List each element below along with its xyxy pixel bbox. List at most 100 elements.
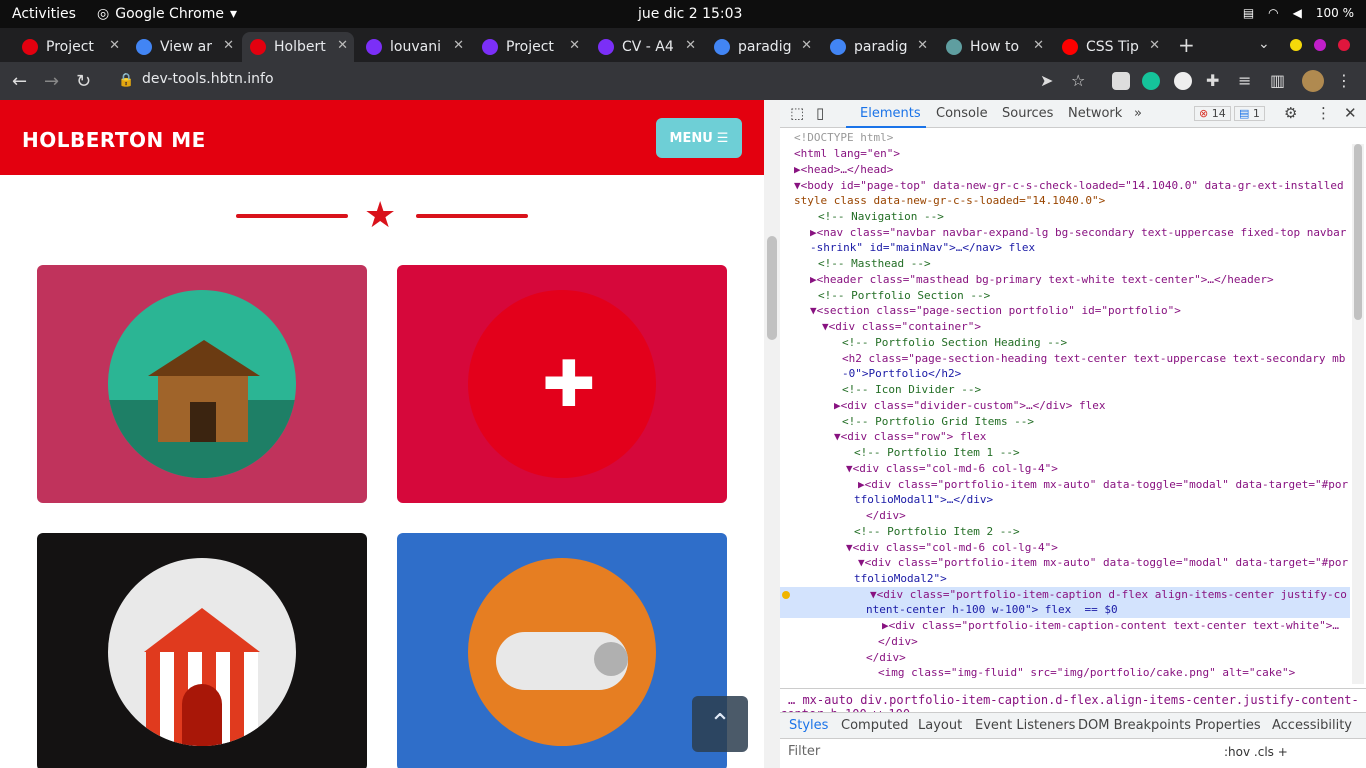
dom-line[interactable]: <h2 class="page-section-heading text-cen…	[780, 351, 1350, 367]
dom-line[interactable]: tfolioModal1">…</div>	[780, 492, 1350, 508]
close-icon[interactable]: ✕	[1149, 38, 1160, 53]
dom-comment[interactable]: <!-- Navigation -->	[780, 209, 1350, 225]
browser-tab[interactable]: View ar ✕	[128, 32, 240, 62]
dom-line[interactable]: -shrink" id="mainNav">…</nav> flex	[780, 240, 1350, 256]
dom-line[interactable]: ▶<header class="masthead bg-primary text…	[780, 272, 1350, 288]
browser-tab[interactable]: CSS Tip ✕	[1054, 32, 1166, 62]
dom-comment[interactable]: <!-- Portfolio Section -->	[780, 288, 1350, 304]
tab-accessibility[interactable]: Accessibility	[1272, 718, 1352, 733]
grammarly-extension-icon[interactable]	[1142, 72, 1160, 90]
back-icon[interactable]: ←	[12, 71, 27, 92]
close-icon[interactable]: ✕	[917, 38, 928, 53]
browser-tab[interactable]: Project ✕	[474, 32, 586, 62]
dom-line[interactable]: </div>	[780, 650, 1350, 666]
tab-console[interactable]: Console	[936, 106, 988, 121]
notion-extension-icon[interactable]	[1112, 72, 1130, 90]
message-count-badge[interactable]: ▤ 1	[1234, 106, 1265, 121]
dom-line-selected[interactable]: ntent-center h-100 w-100"> flex == $0	[780, 602, 1350, 618]
inspect-icon[interactable]: ⬚	[790, 104, 804, 122]
close-icon[interactable]: ✕	[453, 38, 464, 53]
dom-line[interactable]: ▼<div class="col-md-6 col-lg-4">	[780, 540, 1350, 556]
dom-line[interactable]: </div>	[780, 508, 1350, 524]
dom-line[interactable]: ▼<div class="container">	[780, 319, 1350, 335]
maximize-button[interactable]	[1314, 39, 1326, 51]
dom-line-selected[interactable]: ▼<div class="portfolio-item-caption d-fl…	[780, 587, 1350, 603]
tab-sources[interactable]: Sources	[1002, 106, 1053, 121]
dom-tree[interactable]: <!DOCTYPE html> <html lang="en"> ▶<head>…	[780, 130, 1350, 690]
portfolio-item-cake[interactable]: ✚	[397, 265, 727, 503]
portfolio-item-game[interactable]	[397, 533, 727, 768]
tab-layout[interactable]: Layout	[918, 718, 962, 733]
kebab-menu-icon[interactable]: ⋮	[1336, 71, 1352, 90]
clock[interactable]: jue dic 2 15:03	[638, 6, 742, 22]
back-to-top-button[interactable]: ⌃	[692, 696, 748, 752]
dom-comment[interactable]: <!-- Masthead -->	[780, 256, 1350, 272]
dom-line[interactable]: ▼<div class="col-md-6 col-lg-4">	[780, 461, 1350, 477]
reload-icon[interactable]: ↻	[76, 71, 91, 92]
dom-line[interactable]: ▶<head>…</head>	[780, 162, 1350, 178]
dom-comment[interactable]: <!-- Portfolio Grid Items -->	[780, 414, 1350, 430]
hov-cls-controls[interactable]: :hov .cls +	[1224, 745, 1288, 759]
activities-button[interactable]: Activities	[12, 6, 76, 22]
forward-icon[interactable]: →	[44, 71, 59, 92]
browser-tab[interactable]: How to ✕	[938, 32, 1050, 62]
portfolio-item-circus[interactable]	[37, 533, 367, 768]
site-brand[interactable]: HOLBERTON ME	[22, 128, 206, 152]
dom-line[interactable]: ▶<div class="portfolio-item mx-auto" dat…	[780, 477, 1350, 493]
more-tabs-button[interactable]: »	[1134, 106, 1142, 121]
kebab-menu-icon[interactable]: ⋮	[1316, 104, 1331, 122]
browser-tab[interactable]: paradig ✕	[822, 32, 934, 62]
dom-scrollbar-thumb[interactable]	[1354, 144, 1362, 320]
close-icon[interactable]: ✕	[337, 38, 348, 53]
tab-elements[interactable]: Elements	[860, 106, 921, 121]
tab-properties[interactable]: Properties	[1195, 718, 1261, 733]
clipboard-icon[interactable]: ▤	[1243, 6, 1254, 20]
dom-line[interactable]: ▼<div class="portfolio-item mx-auto" dat…	[780, 555, 1350, 571]
tab-network[interactable]: Network	[1068, 106, 1122, 121]
close-icon[interactable]: ✕	[1344, 104, 1357, 122]
dom-line[interactable]: -0">Portfolio</h2>	[780, 366, 1350, 382]
close-icon[interactable]: ✕	[223, 38, 234, 53]
error-count-badge[interactable]: ⊗ 14	[1194, 106, 1231, 121]
tab-styles[interactable]: Styles	[789, 718, 828, 733]
media-icon[interactable]: ≡	[1238, 71, 1251, 90]
new-tab-button[interactable]: +	[1178, 33, 1195, 57]
browser-tab[interactable]: paradig ✕	[706, 32, 818, 62]
scrollbar-thumb[interactable]	[767, 236, 777, 340]
browser-tab-active[interactable]: Holbert ✕	[242, 32, 354, 62]
close-icon[interactable]: ✕	[109, 38, 120, 53]
minimize-button[interactable]	[1290, 39, 1302, 51]
tab-computed[interactable]: Computed	[841, 718, 909, 733]
close-icon[interactable]: ✕	[801, 38, 812, 53]
tab-event-listeners[interactable]: Event Listeners	[975, 718, 1075, 733]
dom-scrollbar[interactable]	[1352, 144, 1364, 684]
close-icon[interactable]: ✕	[685, 38, 696, 53]
filter-input[interactable]: Filter	[788, 744, 820, 759]
breadcrumb[interactable]: … mx-auto div.portfolio-item-caption.d-f…	[780, 688, 1366, 721]
dom-line[interactable]: ▶<div class="portfolio-item-caption-cont…	[780, 618, 1350, 634]
portfolio-item-cabin[interactable]	[37, 265, 367, 503]
dom-line[interactable]: ▼<body id="page-top" data-new-gr-c-s-che…	[780, 178, 1350, 194]
dom-line[interactable]: <!DOCTYPE html>	[780, 130, 1350, 146]
dom-comment[interactable]: <!-- Portfolio Item 2 -->	[780, 524, 1350, 540]
dom-comment[interactable]: <!-- Portfolio Section Heading -->	[780, 335, 1350, 351]
close-icon[interactable]: ✕	[569, 38, 580, 53]
dom-line[interactable]: ▶<div class="divider-custom">…</div> fle…	[780, 398, 1350, 414]
dom-line[interactable]: </div>	[780, 634, 1350, 650]
dom-line[interactable]: style class data-new-gr-c-s-loaded="14.1…	[780, 193, 1350, 209]
close-window-button[interactable]	[1338, 39, 1350, 51]
dom-comment[interactable]: <!-- Icon Divider -->	[780, 382, 1350, 398]
browser-tab[interactable]: CV - A4 ✕	[590, 32, 702, 62]
dom-line[interactable]: <img class="img-fluid" src="img/portfoli…	[780, 665, 1350, 681]
side-panel-icon[interactable]: ▥	[1270, 71, 1285, 90]
dom-line[interactable]: ▶<nav class="navbar navbar-expand-lg bg-…	[780, 225, 1350, 241]
dom-line[interactable]: ▼<div class="row"> flex	[780, 429, 1350, 445]
system-tray[interactable]: ▤ ◠ ◀ 100 %	[1243, 6, 1354, 20]
tab-search-icon[interactable]: ⌄	[1258, 36, 1270, 52]
dom-line[interactable]: ▼<section class="page-section portfolio"…	[780, 303, 1350, 319]
avatar[interactable]	[1302, 70, 1324, 92]
extension-icon[interactable]	[1174, 72, 1192, 90]
gear-icon[interactable]: ⚙	[1284, 104, 1297, 122]
tab-dom-breakpoints[interactable]: DOM Breakpoints	[1078, 718, 1191, 733]
browser-tab[interactable]: louvani ✕	[358, 32, 470, 62]
